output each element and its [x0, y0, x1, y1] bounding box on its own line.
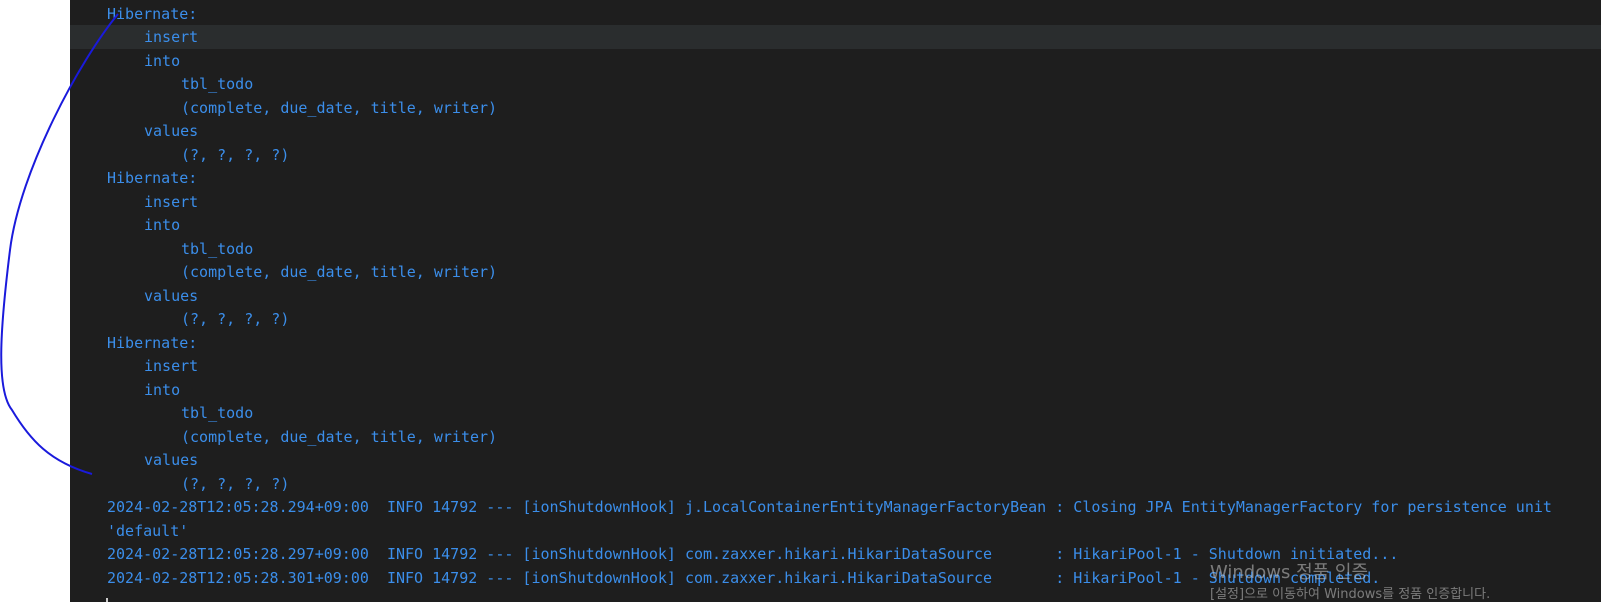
- scroll-marker: [106, 598, 108, 602]
- console-line-text: (?, ?, ?, ?): [181, 310, 290, 328]
- console-line: Hibernate:: [70, 166, 1601, 190]
- console-line-text: Hibernate:: [107, 4, 198, 23]
- console-line: into: [70, 213, 1601, 237]
- console-line: (complete, due_date, title, writer): [70, 260, 1601, 284]
- console-line: Hibernate:: [70, 2, 1601, 26]
- console-line-text: into: [144, 51, 181, 70]
- console-line-text: insert: [144, 192, 199, 211]
- console-line-text: values: [144, 286, 199, 305]
- console-line-text: tbl_todo: [181, 404, 254, 422]
- console-line-text: insert: [144, 28, 199, 46]
- console-line-text: (complete, due_date, title, writer): [181, 98, 498, 117]
- console-line-text: tbl_todo: [181, 75, 254, 93]
- console-line-text: (complete, due_date, title, writer): [181, 263, 498, 281]
- console-line-text: 2024-02-28T12:05:28.297+09:00 INFO 14792…: [107, 545, 1399, 563]
- terminal-output[interactable]: Hibernate: insert into tbl_todo (complete, d…: [70, 0, 1601, 602]
- console-line-text: into: [144, 380, 181, 399]
- console-line: Hibernate:: [70, 331, 1601, 355]
- console-line-text: 2024-02-28T12:05:28.294+09:00 INFO 14792…: [107, 498, 1552, 516]
- console-line: 'default': [70, 519, 1601, 543]
- console-line-text: (complete, due_date, title, writer): [181, 427, 498, 446]
- console-line: values: [70, 284, 1601, 308]
- console-line-text: (?, ?, ?, ?): [181, 474, 290, 493]
- screenshot: Hibernate: insert into tbl_todo (complete, d…: [0, 0, 1601, 602]
- console-line: 2024-02-28T12:05:28.297+09:00 INFO 14792…: [70, 542, 1601, 566]
- console-line: insert: [70, 190, 1601, 214]
- console-line-text: tbl_todo: [181, 239, 254, 258]
- console-line: insert: [70, 25, 1601, 49]
- console-line: 2024-02-28T12:05:28.294+09:00 INFO 14792…: [70, 495, 1601, 519]
- console-line: 2024-02-28T12:05:28.301+09:00 INFO 14792…: [70, 566, 1601, 590]
- console-line: (?, ?, ?, ?): [70, 472, 1601, 496]
- console-line-text: into: [144, 216, 181, 234]
- console-line: values: [70, 448, 1601, 472]
- console-line: into: [70, 49, 1601, 73]
- console-line-text: insert: [144, 357, 199, 375]
- console-line: (complete, due_date, title, writer): [70, 96, 1601, 120]
- console-line-text: (?, ?, ?, ?): [181, 145, 290, 164]
- console-line: values: [70, 119, 1601, 143]
- console-line: (?, ?, ?, ?): [70, 307, 1601, 331]
- console-line: (?, ?, ?, ?): [70, 143, 1601, 167]
- console-line-text: values: [144, 451, 199, 469]
- console-line-text: values: [144, 122, 199, 140]
- console-line-text: 'default': [107, 521, 189, 540]
- console-line-text: Hibernate:: [107, 169, 198, 187]
- console-line: into: [70, 378, 1601, 402]
- console-line: insert: [70, 354, 1601, 378]
- console-line-text: Hibernate:: [107, 333, 198, 352]
- console-line: tbl_todo: [70, 237, 1601, 261]
- console-line-text: 2024-02-28T12:05:28.301+09:00 INFO 14792…: [107, 568, 1381, 587]
- console-line: tbl_todo: [70, 72, 1601, 96]
- console-line: tbl_todo: [70, 401, 1601, 425]
- console-line: (complete, due_date, title, writer): [70, 425, 1601, 449]
